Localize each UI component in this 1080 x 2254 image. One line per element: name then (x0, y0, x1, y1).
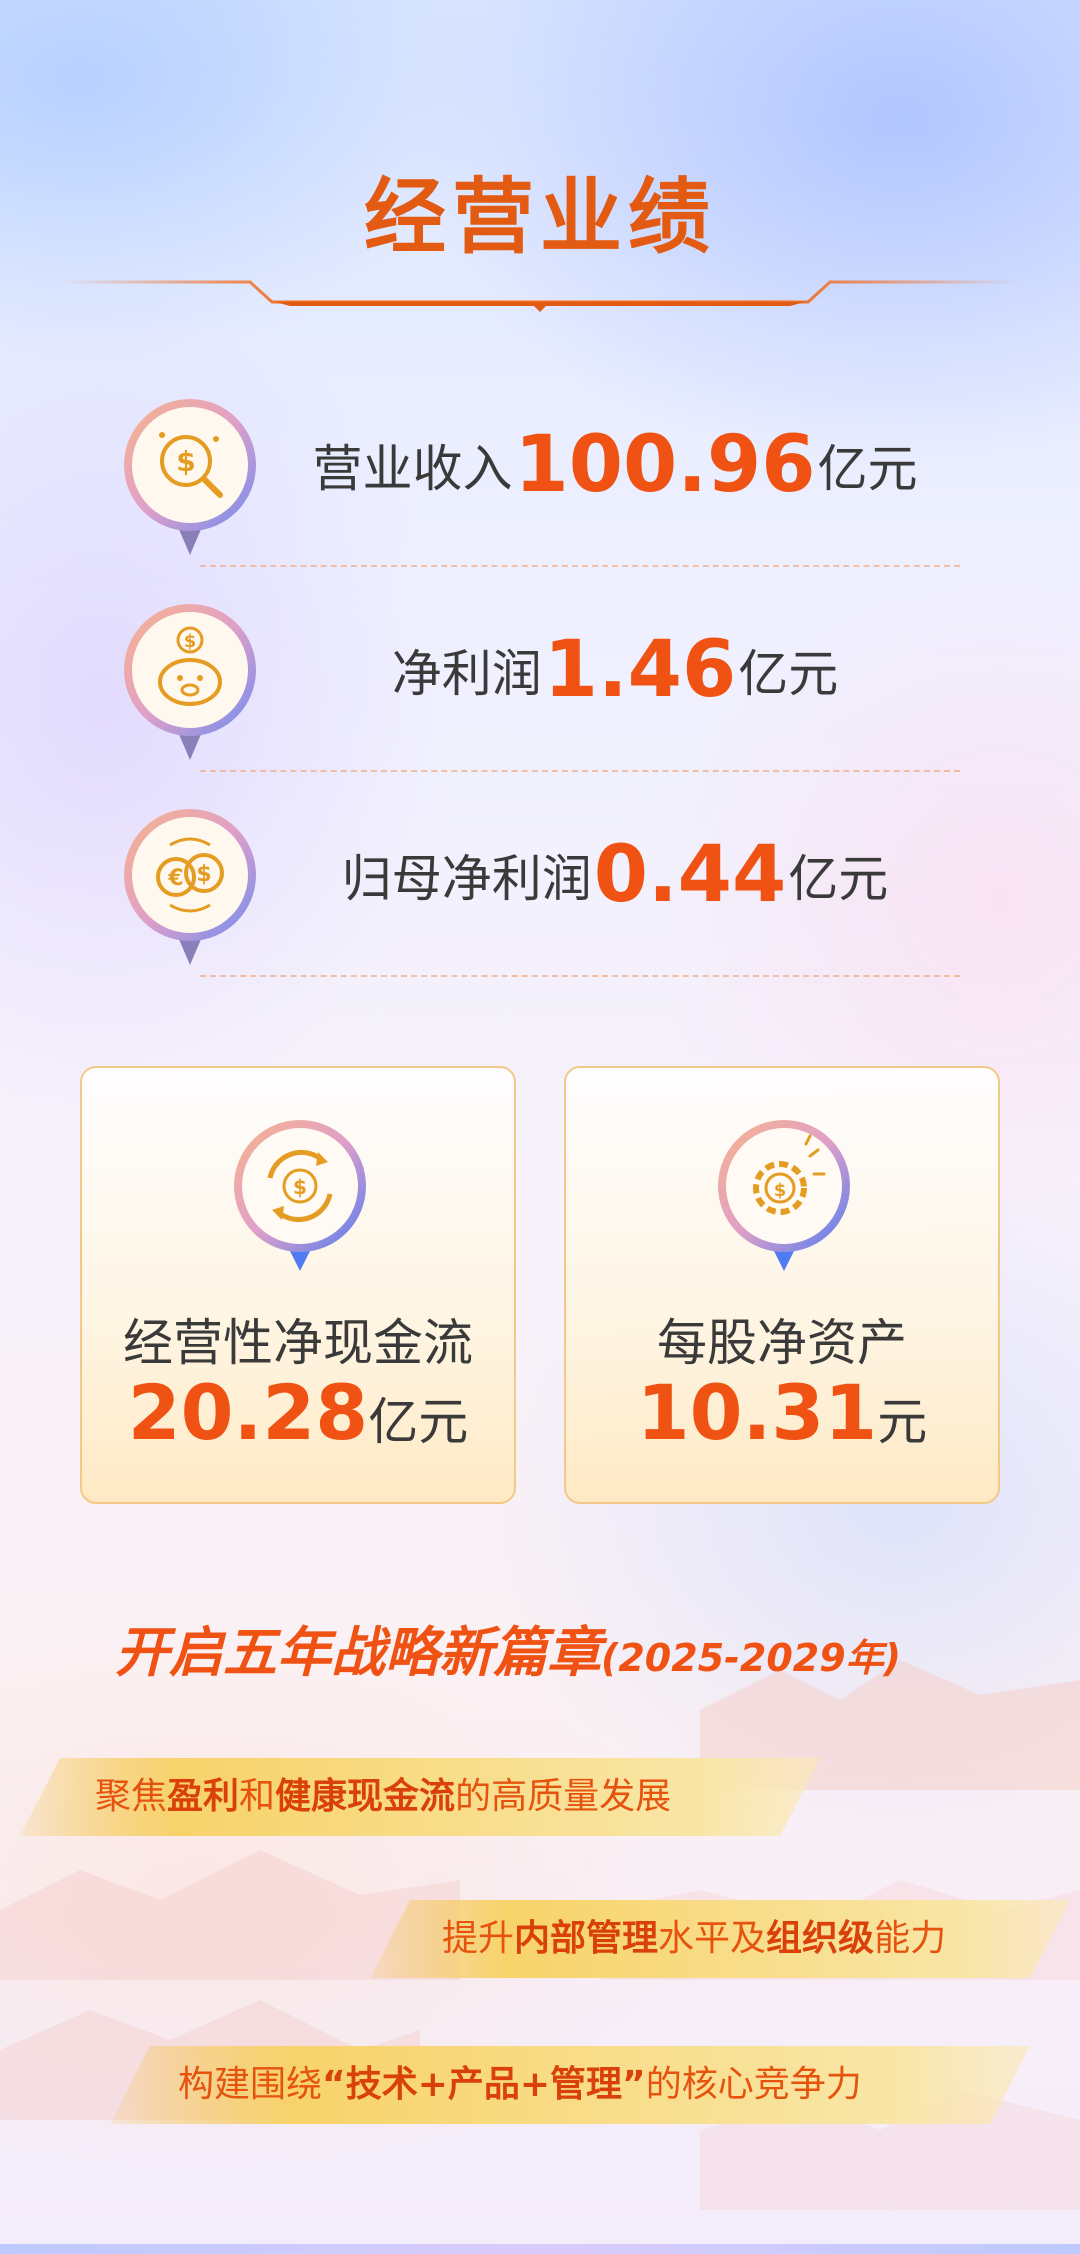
cash-flow-icon: $ (234, 1120, 366, 1271)
page-title: 经营业绩 (363, 170, 716, 265)
banner-quote: “ (322, 2064, 346, 2105)
metric-label: 净利润 1.46 亿元 (250, 600, 980, 740)
metric-label: 营业收入 100.96 亿元 (250, 395, 980, 535)
metric-label: 归母净利润 0.44 亿元 (250, 805, 980, 945)
metric-name: 营业收入 (312, 440, 513, 498)
svg-text:$: $ (293, 1175, 307, 1199)
metric-value: 1.46 (543, 625, 737, 715)
card-unit: 元 (877, 1393, 928, 1451)
svg-text:$: $ (196, 862, 211, 887)
svg-text:$: $ (176, 445, 195, 478)
banner-text: 提升内部管理水平及组织级能力 (370, 1900, 1070, 1978)
metric-unit: 亿元 (788, 850, 889, 908)
card-value-line: 10.31元 (566, 1368, 998, 1457)
title-underline (60, 280, 1020, 312)
card-label: 经营性净现金流 (123, 1314, 473, 1372)
banner-text-bold: 技术+产品+管理 (345, 2064, 623, 2105)
money-search-icon: $ (124, 399, 256, 555)
banner-text: 聚焦盈利和健康现金流的高质量发展 (20, 1758, 820, 1836)
infographic-page: 经营业绩 $ 营业收入 100.96 亿元 $ 净利润 1.46 亿元 € $ … (0, 0, 1080, 2254)
metric-row-attributable-profit: € $ 归母净利润 0.44 亿元 (120, 805, 980, 975)
strategy-banner-2: 提升内部管理水平及组织级能力 (370, 1900, 1070, 1978)
banner-text-part: 的核心竞争力 (645, 2064, 862, 2105)
dashed-divider (200, 565, 960, 567)
banner-text-part: 和 (239, 1776, 276, 1817)
metric-name: 归母净利润 (341, 850, 592, 908)
card-operating-cash-flow: $ 经营性净现金流 20.28亿元 (80, 1066, 516, 1504)
card-value: 20.28 (127, 1368, 369, 1457)
bottom-accent-bar (0, 2244, 1080, 2254)
card-unit: 亿元 (368, 1393, 469, 1451)
strategy-banner-1: 聚焦盈利和健康现金流的高质量发展 (20, 1758, 820, 1836)
currency-exchange-icon: € $ (124, 809, 256, 965)
banner-text-bold: 组织级 (766, 1918, 875, 1959)
banner-text-part: 的高质量发展 (455, 1776, 672, 1817)
card-value: 10.31 (636, 1368, 878, 1457)
banner-text-bold: 内部管理 (514, 1918, 659, 1959)
metric-row-net-profit: $ 净利润 1.46 亿元 (120, 600, 980, 770)
banner-text-part: 构建围绕 (178, 2064, 323, 2105)
card-net-assets-per-share: $ 每股净资产 10.31元 (564, 1066, 1000, 1504)
strategy-title: 开启五年战略新篇章(2025-2029年) (115, 1608, 901, 1687)
strategy-title-main: 开启五年战略新篇章 (115, 1621, 601, 1684)
dashed-divider (200, 770, 960, 772)
metric-row-revenue: $ 营业收入 100.96 亿元 (120, 395, 980, 565)
metric-unit: 亿元 (817, 440, 918, 498)
piggy-bank-icon: $ (124, 604, 256, 760)
metric-value: 0.44 (593, 830, 787, 920)
banner-text-bold: 健康现金流 (275, 1776, 456, 1817)
banner-text-bold: 盈利 (167, 1776, 240, 1817)
banner-text-part: 水平及 (658, 1918, 767, 1959)
banner-text-part: 提升 (442, 1918, 515, 1959)
metric-value: 100.96 (514, 420, 816, 510)
strategy-banner-3: 构建围绕“技术+产品+管理”的核心竞争力 (110, 2046, 1030, 2124)
banner-text: 构建围绕“技术+产品+管理”的核心竞争力 (110, 2046, 1030, 2124)
banner-text-part: 聚焦 (95, 1776, 168, 1817)
gear-dollar-icon: $ (718, 1120, 850, 1271)
svg-text:$: $ (774, 1180, 787, 1201)
banner-quote: ” (622, 2064, 646, 2105)
strategy-title-years: (2025-2029年) (601, 1636, 902, 1680)
svg-text:$: $ (184, 631, 197, 652)
card-value-line: 20.28亿元 (82, 1368, 514, 1457)
card-label: 每股净资产 (657, 1314, 907, 1372)
dashed-divider (200, 975, 960, 977)
metric-name: 净利润 (391, 645, 542, 703)
banner-text-part: 能力 (874, 1918, 947, 1959)
metric-unit: 亿元 (738, 645, 839, 703)
svg-text:€: € (167, 866, 183, 891)
